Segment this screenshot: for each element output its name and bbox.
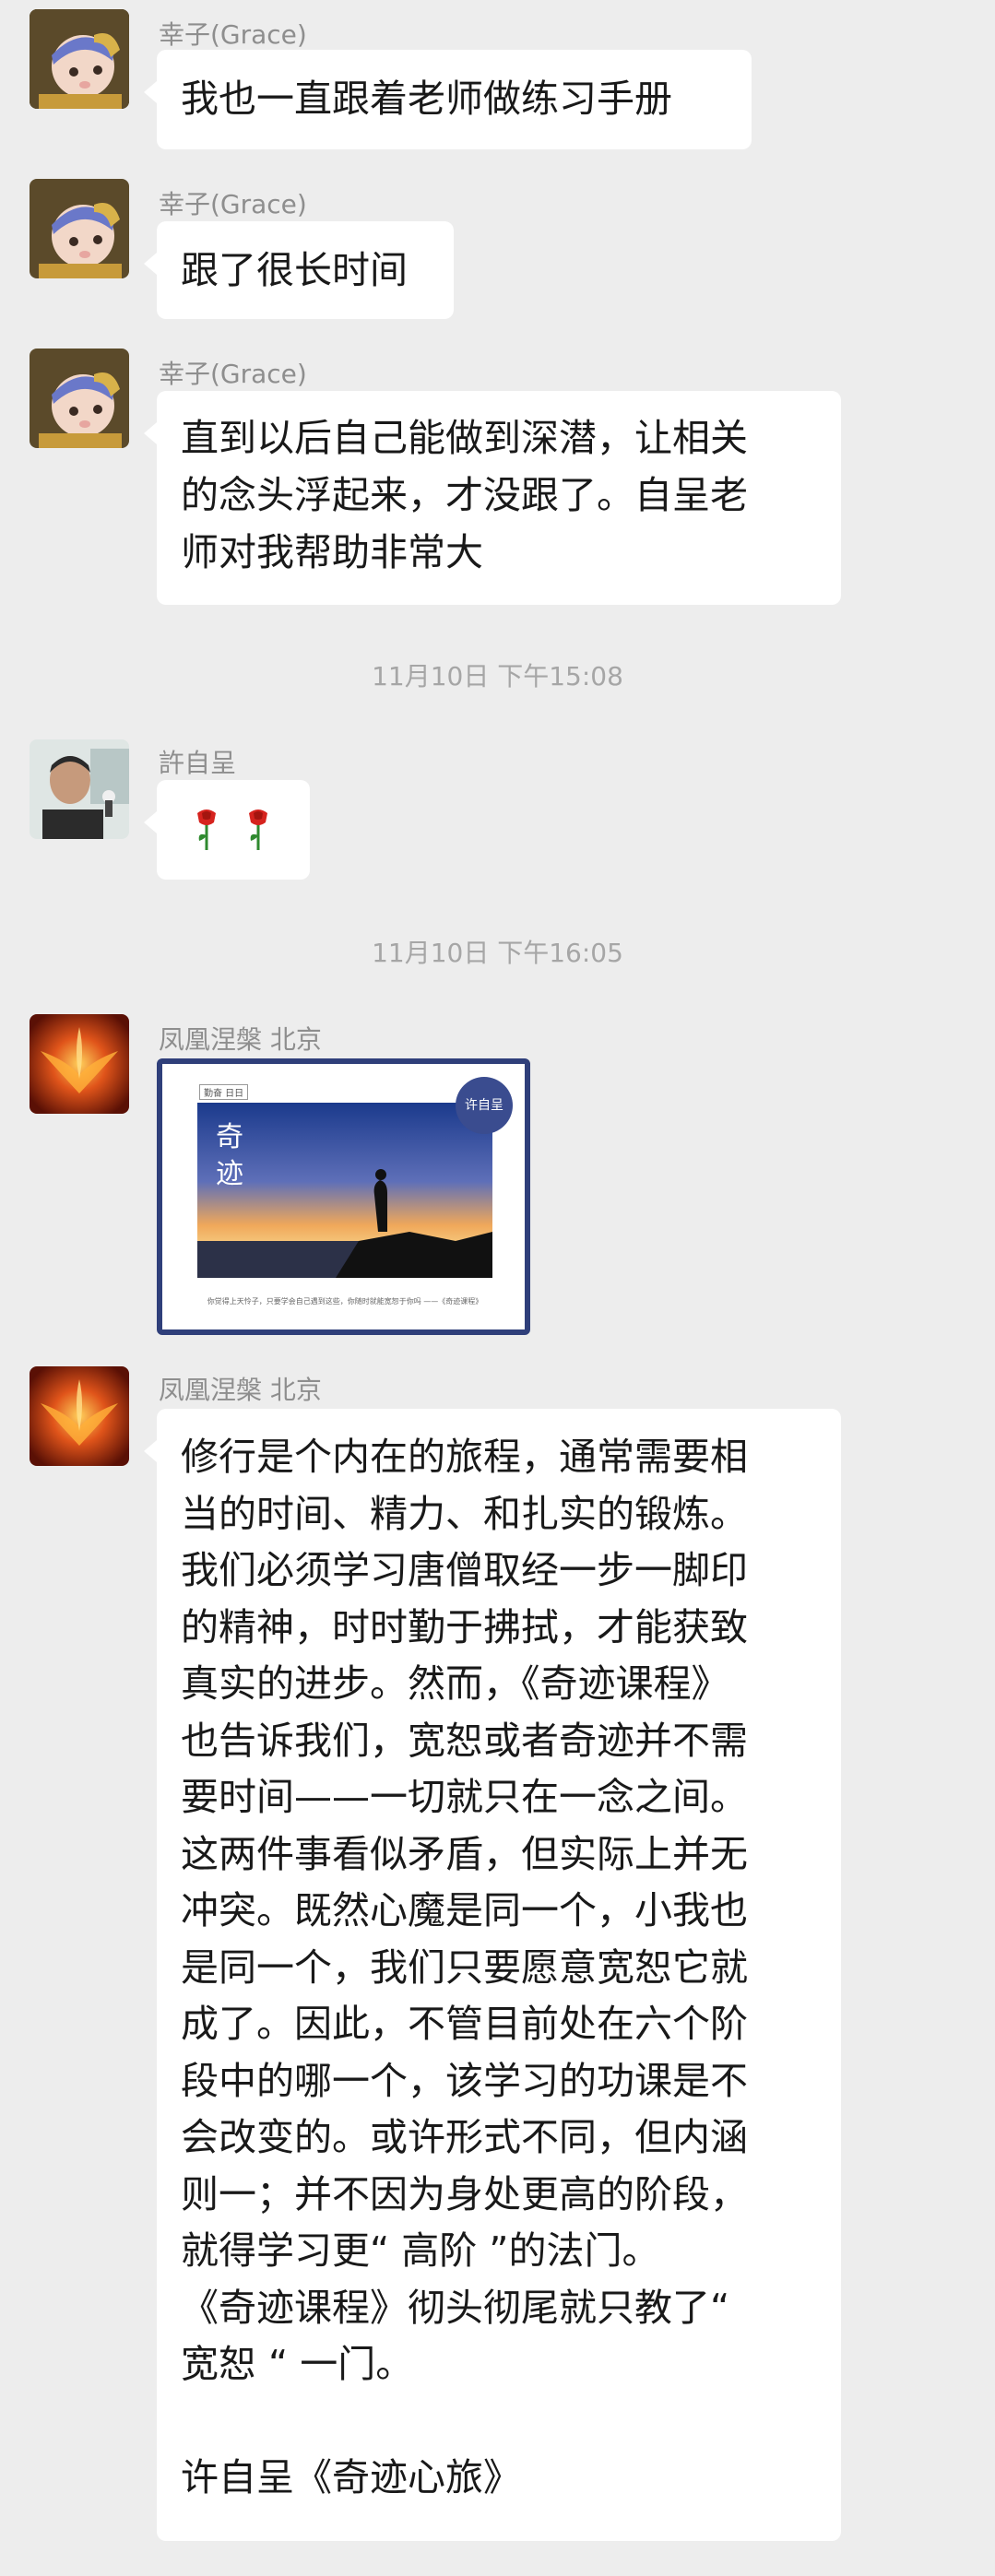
card-caption: 你觉得上天怜子，只要学会自己遇到这些，你随时就能宽恕于你吗 ——《奇迹课程》 — [207, 1297, 483, 1306]
message-bubble[interactable]: 修行是个内在的旅程，通常需要相 当的时间、精力、和扎实的锻炼。 我们必须学习唐僧… — [144, 1409, 841, 2541]
message-line: 则一；并不因为身处更高的阶段， — [181, 2171, 748, 2216]
avatar-grace[interactable] — [30, 349, 129, 448]
sender-name: 凤凰涅槃 北京 — [159, 1024, 322, 1055]
message-line: 真实的进步。然而，《奇迹课程》 — [181, 1661, 729, 1706]
message-line: 当的时间、精力、和扎实的锻炼。 — [181, 1491, 748, 1536]
message-line: 许自呈《奇迹心旅》 — [181, 2455, 521, 2499]
card-tag: 勤奋 日日 — [199, 1084, 249, 1100]
avatar-phoenix[interactable] — [30, 1014, 129, 1114]
message-line: 冲突。既然心魔是同一个，小我也 — [181, 1888, 748, 1932]
message-bubble[interactable] — [144, 780, 310, 880]
avatar-grace[interactable] — [30, 9, 129, 109]
message-line: 段中的哪一个，该学习的功课是不 — [181, 2058, 748, 2103]
sender-name: 許自呈 — [159, 748, 237, 778]
message-line: 宽恕 “ 一门。 — [181, 2342, 414, 2386]
message-text: 我也一直跟着老师做练习手册 — [181, 77, 672, 121]
message-line: 成了。因此，不管目前处在六个阶 — [181, 2002, 748, 2046]
message-line: 也告诉我们，宽恕或者奇迹并不需 — [181, 1718, 748, 1763]
avatar-xu[interactable] — [30, 739, 129, 839]
card-title: 奇迹 — [216, 1121, 243, 1190]
message-line: 修行是个内在的旅程，通常需要相 — [181, 1435, 748, 1479]
message-bubble[interactable]: 我也一直跟着老师做练习手册 — [144, 50, 752, 149]
author-badge: 许自呈 — [456, 1077, 513, 1134]
message-line — [181, 2393, 817, 2451]
avatar-grace[interactable] — [30, 179, 129, 278]
message-line: 的精神，时时勤于拂拭，才能获致 — [181, 1604, 748, 1649]
message-bubble[interactable]: 跟了很长时间 — [144, 221, 454, 319]
message-text: 跟了很长时间 — [181, 248, 408, 292]
rose-icon — [194, 808, 219, 868]
message-line: 就得学习更“ 高阶 ”的法门。 — [181, 2228, 660, 2273]
sender-name: 幸子(Grace) — [159, 19, 307, 50]
sender-name: 幸子(Grace) — [159, 359, 307, 389]
timestamp: 11月10日 下午15:08 — [372, 661, 623, 691]
message-line: 是同一个，我们只要愿意宽恕它就 — [181, 1944, 748, 1990]
message-line: 《奇迹课程》彻头彻尾就只教了“ — [181, 2285, 730, 2330]
message-line: 要时间——一切就只在一念之间。 — [181, 1775, 748, 1819]
message-line: 会改变的。或许形式不同，但内涵 — [181, 2115, 748, 2159]
message-line: 师对我帮助非常大 — [181, 530, 483, 574]
message-line: 的念头浮起来，才没跟了。自呈老 — [181, 473, 748, 517]
message-bubble[interactable]: 直到以后自己能做到深潜，让相关 的念头浮起来，才没跟了。自呈老 师对我帮助非常大 — [144, 391, 841, 605]
rose-icon — [245, 808, 271, 868]
avatar-phoenix[interactable] — [30, 1366, 129, 1466]
message-line: 直到以后自己能做到深潜，让相关 — [181, 416, 748, 460]
message-line: 我们必须学习唐僧取经一步一脚印 — [181, 1548, 748, 1592]
timestamp: 11月10日 下午16:05 — [372, 938, 623, 968]
sender-name: 凤凰涅槃 北京 — [159, 1375, 322, 1405]
message-line: 这两件事看似矛盾，但实际上并无 — [181, 1831, 748, 1876]
sender-name: 幸子(Grace) — [159, 189, 307, 219]
shared-image-card[interactable]: 勤奋 日日 奇迹 许自呈 你觉得上天怜子，只要学会自己遇到这些，你随时就能宽恕于… — [157, 1058, 530, 1335]
